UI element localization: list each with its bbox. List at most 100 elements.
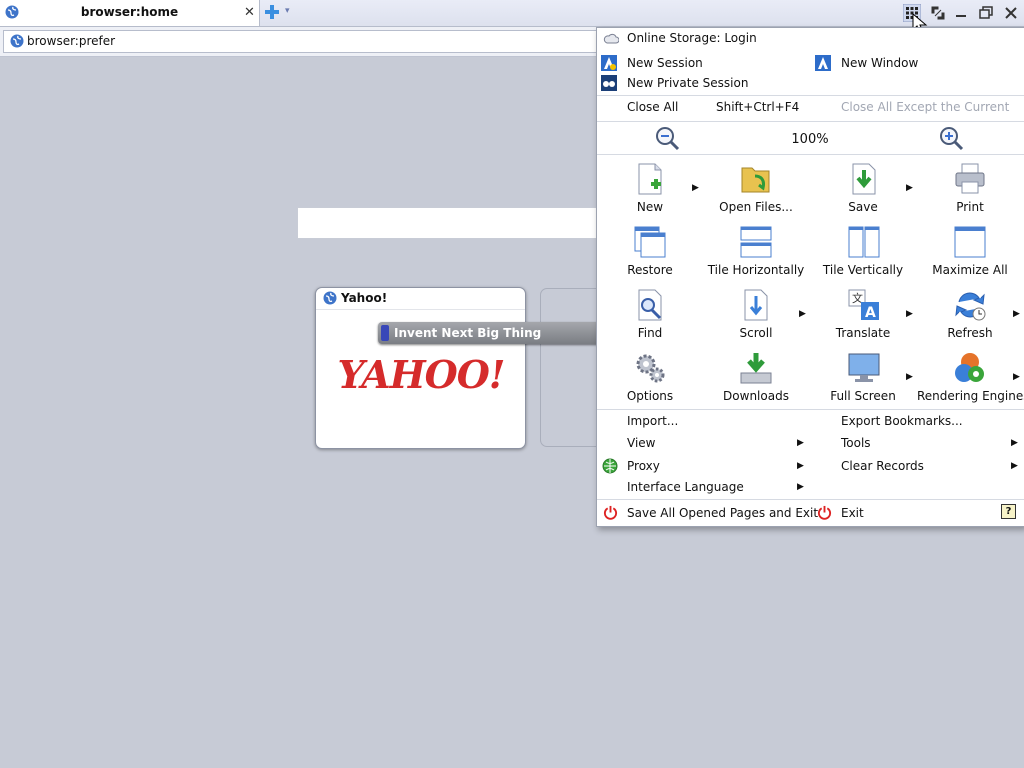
menu-divider	[597, 409, 1024, 410]
menu-interface-language[interactable]: Interface Language	[627, 480, 744, 494]
menu-tile-vertically[interactable]: Tile Vertically	[810, 263, 916, 277]
submenu-arrow-icon: ▶	[797, 461, 804, 471]
scroll-icon[interactable]	[739, 288, 773, 322]
zoom-level: 100%	[791, 132, 829, 147]
menu-translate[interactable]: Translate	[810, 326, 916, 340]
maximize-icon[interactable]	[977, 4, 995, 22]
options-gear-icon[interactable]	[633, 351, 667, 385]
menu-find[interactable]: Find	[597, 326, 703, 340]
submenu-arrow-icon: ▶	[906, 309, 913, 319]
tile-vertically-icon[interactable]	[847, 225, 881, 259]
tooltip: Invent Next Big Thing	[378, 322, 608, 344]
new-session-icon	[601, 55, 617, 71]
submenu-arrow-icon: ▶	[1011, 461, 1018, 471]
menu-close-all-shortcut: Shift+Ctrl+F4	[716, 100, 800, 114]
svg-text:A: A	[865, 305, 876, 321]
rendering-engines-icon[interactable]	[953, 351, 987, 385]
menu-divider	[597, 154, 1024, 155]
new-window-icon	[815, 55, 831, 71]
menu-divider	[597, 95, 1024, 96]
minimize-icon[interactable]	[952, 4, 970, 22]
menu-full-screen[interactable]: Full Screen	[810, 389, 916, 403]
close-window-icon[interactable]	[1002, 4, 1020, 22]
menu-restore[interactable]: Restore	[597, 263, 703, 277]
submenu-arrow-icon: ▶	[1013, 309, 1020, 319]
new-tab-plus-icon[interactable]	[263, 3, 281, 21]
menu-scroll[interactable]: Scroll	[703, 326, 809, 340]
globe-icon	[10, 34, 24, 48]
menu-new[interactable]: New	[597, 200, 703, 214]
yahoo-logo: YAHOO!	[337, 352, 506, 397]
menu-downloads[interactable]: Downloads	[703, 389, 809, 403]
menu-maximize-all[interactable]: Maximize All	[917, 263, 1023, 277]
submenu-arrow-icon: ▶	[906, 372, 913, 382]
submenu-arrow-icon: ▶	[797, 482, 804, 492]
open-files-folder-icon[interactable]	[739, 162, 773, 196]
tab-browser-home[interactable]: browser:home ✕	[0, 0, 260, 26]
power-icon	[817, 505, 832, 520]
menu-close-all[interactable]: Close All	[627, 100, 678, 114]
menu-export-bookmarks[interactable]: Export Bookmarks...	[841, 414, 963, 428]
menu-exit[interactable]: Exit	[841, 506, 864, 520]
menu-divider	[597, 499, 1024, 500]
power-icon	[603, 505, 618, 520]
address-text: browser:prefer	[27, 34, 116, 48]
zoom-out-icon[interactable]	[655, 126, 681, 152]
search-input[interactable]	[297, 207, 619, 239]
address-input[interactable]: browser:prefer	[3, 30, 605, 53]
tile-horizontally-icon[interactable]	[739, 225, 773, 259]
menu-refresh[interactable]: Refresh	[917, 326, 1023, 340]
menu-tile-horizontally[interactable]: Tile Horizontally	[703, 263, 809, 277]
submenu-arrow-icon: ▶	[906, 183, 913, 193]
cloud-icon	[603, 33, 619, 44]
refresh-icon[interactable]	[953, 288, 987, 322]
tooltip-text: Invent Next Big Thing	[394, 326, 542, 340]
restore-windows-icon[interactable]	[633, 225, 667, 259]
submenu-arrow-icon: ▶	[799, 309, 806, 319]
save-icon[interactable]	[847, 162, 881, 196]
submenu-arrow-icon: ▶	[1011, 438, 1018, 448]
print-icon[interactable]	[953, 162, 987, 196]
tab-bar: browser:home ✕ ▾	[0, 0, 1024, 34]
tab-title: browser:home	[80, 5, 179, 19]
submenu-arrow-icon: ▶	[797, 438, 804, 448]
menu-close-all-except-current[interactable]: Close All Except the Current	[841, 100, 1009, 114]
restore-view-icon[interactable]	[929, 4, 947, 22]
menu-save[interactable]: Save	[810, 200, 916, 214]
menu-new-private-session[interactable]: New Private Session	[627, 76, 748, 90]
submenu-arrow-icon: ▶	[1013, 372, 1020, 382]
menu-print[interactable]: Print	[917, 200, 1023, 214]
translate-icon[interactable]: 文 A	[847, 288, 881, 322]
menu-new-window[interactable]: New Window	[841, 56, 918, 70]
full-screen-monitor-icon[interactable]	[847, 351, 881, 385]
menu-clear-records[interactable]: Clear Records	[841, 459, 924, 473]
submenu-arrow-icon: ▶	[692, 183, 699, 193]
zoom-in-icon[interactable]	[939, 126, 965, 152]
speed-dial-card-yahoo[interactable]: Yahoo! YAHOO!	[315, 287, 526, 449]
menu-tools[interactable]: Tools	[841, 436, 871, 450]
help-icon[interactable]: ?	[1001, 504, 1016, 519]
menu-divider	[597, 121, 1024, 122]
menu-import[interactable]: Import...	[627, 414, 678, 428]
menu-view[interactable]: View	[627, 436, 655, 450]
menu-save-all-and-exit[interactable]: Save All Opened Pages and Exit	[627, 506, 818, 520]
find-icon[interactable]	[633, 288, 667, 322]
maximize-all-icon[interactable]	[953, 225, 987, 259]
private-session-icon	[601, 75, 617, 91]
menu-options[interactable]: Options	[597, 389, 703, 403]
divider	[316, 309, 525, 310]
tab-close-icon[interactable]: ✕	[244, 5, 255, 20]
menu-online-storage[interactable]: Online Storage: Login	[627, 31, 757, 45]
menu-open-files[interactable]: Open Files...	[703, 200, 809, 214]
main-menu: Online Storage: Login New Session New Wi…	[596, 27, 1024, 527]
proxy-globe-icon	[602, 458, 618, 474]
downloads-icon[interactable]	[739, 351, 773, 385]
globe-icon	[323, 291, 337, 305]
menu-rendering-engines[interactable]: Rendering Engines	[917, 389, 1024, 403]
tooltip-marker	[381, 325, 389, 341]
speed-dial-card-title: Yahoo!	[341, 291, 388, 305]
menu-new-session[interactable]: New Session	[627, 56, 703, 70]
menu-proxy[interactable]: Proxy	[627, 459, 660, 473]
new-document-icon[interactable]	[633, 162, 667, 196]
new-tab-dropdown-icon[interactable]: ▾	[285, 6, 290, 16]
